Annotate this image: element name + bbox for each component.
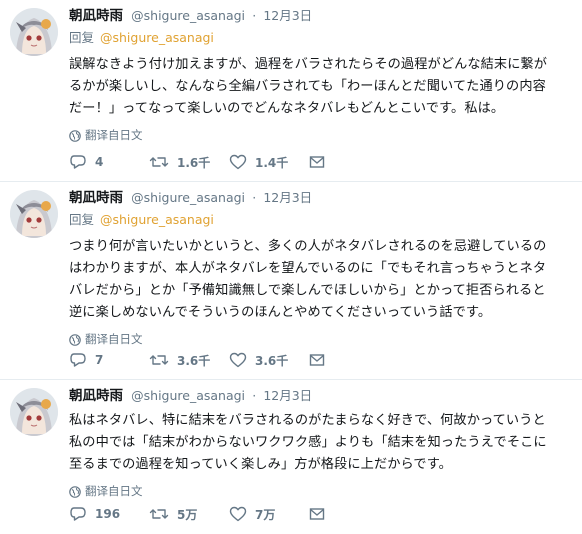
- tweet-date[interactable]: 12月3日: [263, 388, 312, 403]
- separator-dot: ·: [252, 190, 257, 205]
- translate-link[interactable]: 翻译自日文: [69, 126, 574, 144]
- heart-icon: [229, 506, 247, 522]
- tweet-text-line: 至るまでの過程を知っていく楽しみ」方が格段に上だからです。: [69, 457, 452, 472]
- speech-bubble-icon: [70, 155, 86, 169]
- retweet-count: 1.6千: [177, 155, 211, 170]
- retweet-button[interactable]: 5万: [149, 506, 229, 523]
- tweet-text-line: 私の中では「結末がわからないワクワク感」よりも「結末を知ったうえでそこに: [69, 435, 547, 450]
- translate-label: 翻译自日文: [85, 484, 143, 498]
- like-button[interactable]: 1.4千: [229, 154, 309, 171]
- reply-label: 回复: [69, 212, 95, 227]
- tweet-actions: 4 1.6千 1.4千: [69, 151, 333, 173]
- tweet[interactable]: 朝凪時雨 @shigure_asanagi · 12月3日 私はネタバレ、特に結…: [0, 380, 582, 534]
- tweet-text-line: バレだから」とか「予備知識無しで楽しんでほしいから」とかって拒否られると: [69, 283, 546, 298]
- direct-message-button[interactable]: [309, 353, 333, 367]
- reply-context: 回复 @shigure_asanagi: [69, 28, 574, 48]
- retweet-arrows-icon: [149, 509, 169, 519]
- globe-icon: [69, 485, 81, 498]
- globe-icon: [69, 333, 81, 346]
- display-name[interactable]: 朝凪時雨: [69, 190, 123, 206]
- envelope-icon: [309, 156, 325, 168]
- tweet[interactable]: 朝凪時雨 @shigure_asanagi · 12月3日 回复 @shigur…: [0, 182, 582, 380]
- direct-message-button[interactable]: [309, 155, 333, 169]
- avatar[interactable]: [10, 190, 58, 238]
- like-count: 7万: [255, 507, 276, 522]
- reply-button[interactable]: 4: [69, 154, 149, 170]
- reply-mention-link[interactable]: @shigure_asanagi: [100, 30, 214, 45]
- tweet-text-line: 誤解なきよう付け加えますが、過程をバラされたらその過程がどんな結末に繋が: [69, 57, 548, 72]
- tweet-text: 私はネタバレ、特に結末をバラされるのがたまらなく好きで、何故かっていうと 私の中…: [69, 410, 574, 476]
- like-button[interactable]: 3.6千: [229, 352, 309, 369]
- tweet-actions: 7 3.6千 3.6千: [69, 349, 333, 371]
- translate-label: 翻译自日文: [85, 332, 143, 346]
- speech-bubble-icon: [70, 353, 86, 367]
- speech-bubble-icon: [70, 507, 86, 521]
- user-handle[interactable]: @shigure_asanagi: [131, 190, 245, 205]
- heart-icon: [229, 352, 247, 368]
- globe-icon: [69, 129, 81, 142]
- translate-link[interactable]: 翻译自日文: [69, 482, 574, 500]
- reply-label: 回复: [69, 30, 95, 45]
- tweet-date[interactable]: 12月3日: [263, 8, 312, 23]
- tweet-text-line: るかが楽しいし、なんなら全編バラされても「わーほんとだ聞いてた通りの内容: [69, 79, 546, 94]
- translate-link[interactable]: 翻译自日文: [69, 330, 574, 348]
- tweet-actions: 196 5万 7万: [69, 503, 333, 525]
- like-count: 3.6千: [255, 353, 289, 368]
- avatar-image: [10, 190, 58, 238]
- tweet-header: 朝凪時雨 @shigure_asanagi · 12月3日: [69, 386, 574, 406]
- reply-count: 7: [95, 353, 104, 367]
- reply-mention-link[interactable]: @shigure_asanagi: [100, 212, 214, 227]
- like-count: 1.4千: [255, 155, 289, 170]
- user-handle[interactable]: @shigure_asanagi: [131, 388, 245, 403]
- retweet-button[interactable]: 1.6千: [149, 154, 229, 171]
- tweet-text-line: 逆に楽しめないんでそういうのほんとやめてくださいっていう話です。: [69, 305, 492, 320]
- tweet-content: 朝凪時雨 @shigure_asanagi · 12月3日 私はネタバレ、特に結…: [69, 380, 574, 500]
- retweet-button[interactable]: 3.6千: [149, 352, 229, 369]
- envelope-icon: [309, 354, 325, 366]
- tweet[interactable]: 朝凪時雨 @shigure_asanagi · 12月3日 回复 @shigur…: [0, 0, 582, 182]
- reply-context: 回复 @shigure_asanagi: [69, 210, 574, 230]
- reply-count: 4: [95, 155, 104, 169]
- display-name[interactable]: 朝凪時雨: [69, 388, 123, 404]
- retweet-arrows-icon: [149, 157, 169, 167]
- tweet-text-line: つまり何が言いたいかというと、多くの人がネタバレされるのを忌避しているの: [69, 239, 547, 254]
- user-handle[interactable]: @shigure_asanagi: [131, 8, 245, 23]
- tweet-text-line: だー！」ってなって楽しいのでどんなネタバレもどんとこいです。私は。: [69, 101, 505, 116]
- avatar-image: [10, 8, 58, 56]
- tweet-text: 誤解なきよう付け加えますが、過程をバラされたらその過程がどんな結末に繋が るかが…: [69, 54, 574, 120]
- retweet-arrows-icon: [149, 355, 169, 365]
- avatar-image: [10, 388, 58, 436]
- display-name[interactable]: 朝凪時雨: [69, 8, 123, 24]
- separator-dot: ·: [252, 388, 257, 403]
- separator-dot: ·: [252, 8, 257, 23]
- like-button[interactable]: 7万: [229, 506, 309, 523]
- avatar[interactable]: [10, 388, 58, 436]
- tweet-header: 朝凪時雨 @shigure_asanagi · 12月3日: [69, 6, 574, 26]
- tweet-text-line: はわかりますが、本人がネタバレを望んでいるのに「でもそれ言っちゃうとネタ: [69, 261, 547, 276]
- direct-message-button[interactable]: [309, 507, 333, 521]
- reply-count: 196: [95, 507, 121, 521]
- heart-icon: [229, 154, 247, 170]
- tweet-content: 朝凪時雨 @shigure_asanagi · 12月3日 回复 @shigur…: [69, 182, 574, 348]
- tweet-date[interactable]: 12月3日: [263, 190, 312, 205]
- envelope-icon: [309, 508, 325, 520]
- avatar[interactable]: [10, 8, 58, 56]
- reply-button[interactable]: 7: [69, 352, 149, 368]
- tweet-text: つまり何が言いたいかというと、多くの人がネタバレされるのを忌避しているの はわか…: [69, 236, 574, 324]
- translate-label: 翻译自日文: [85, 128, 143, 142]
- retweet-count: 3.6千: [177, 353, 211, 368]
- tweet-header: 朝凪時雨 @shigure_asanagi · 12月3日: [69, 188, 574, 208]
- retweet-count: 5万: [177, 507, 198, 522]
- reply-button[interactable]: 196: [69, 506, 149, 522]
- tweet-content: 朝凪時雨 @shigure_asanagi · 12月3日 回复 @shigur…: [69, 0, 574, 144]
- tweet-text-line: 私はネタバレ、特に結末をバラされるのがたまらなく好きで、何故かっていうと: [69, 413, 546, 428]
